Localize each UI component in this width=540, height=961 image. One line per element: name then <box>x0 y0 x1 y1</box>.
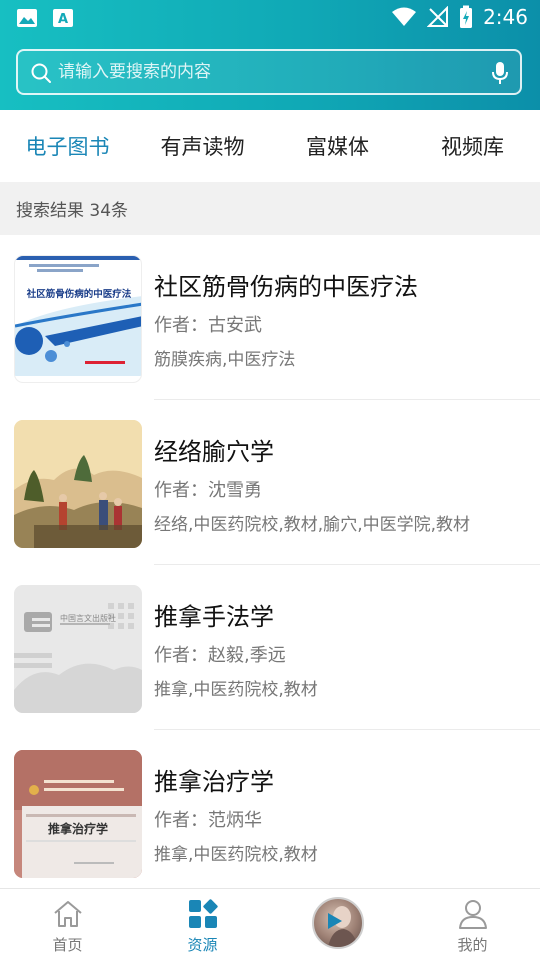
search-icon <box>31 63 51 83</box>
book-title: 推拿治疗学 <box>154 768 274 796</box>
book-tags: 筋膜疾病,中医疗法 <box>154 350 296 370</box>
book-author: 作者：沈雪勇 <box>154 480 262 501</box>
nav-resources-label: 资源 <box>187 936 218 954</box>
header: A 2:46 <box>0 0 540 110</box>
cover-title: 社区筋骨伤病的中医疗法 <box>26 289 132 300</box>
book-item[interactable]: 社区筋骨伤病的中医疗法 社区筋骨伤病的中医疗法 作者：古安武 筋膜疾病,中医疗法 <box>0 235 540 400</box>
book-tags: 推拿,中医药院校,教材 <box>154 845 318 865</box>
font-notification-icon: A <box>53 9 73 27</box>
book-list: 社区筋骨伤病的中医疗法 社区筋骨伤病的中医疗法 作者：古安武 筋膜疾病,中医疗法 <box>0 235 540 895</box>
search-bar[interactable] <box>16 49 522 95</box>
book-title: 经络腧穴学 <box>154 438 274 466</box>
book-author: 作者：古安武 <box>154 315 262 336</box>
category-tabs: 电子图书 有声读物 富媒体 视频库 <box>0 110 540 182</box>
nav-profile-label: 我的 <box>457 936 488 954</box>
book-cover: 推拿治疗学 <box>14 750 142 878</box>
battery-charging-icon <box>460 5 473 28</box>
resources-grid-icon <box>188 899 218 928</box>
gallery-notification-icon <box>17 9 37 27</box>
book-cover: 中国言文出版社 <box>14 585 142 713</box>
book-item[interactable]: 推拿治疗学 推拿治疗学 作者：范炳华 推拿,中医药院校,教材 <box>0 730 540 895</box>
play-avatar-icon <box>327 906 358 947</box>
book-author: 作者：赵毅,季远 <box>154 645 286 666</box>
profile-icon <box>458 900 487 929</box>
cover-publisher: 中国言文出版社 <box>60 614 116 623</box>
wifi-icon <box>392 7 417 26</box>
home-icon <box>53 901 82 927</box>
tab-video-library[interactable]: 视频库 <box>405 110 540 182</box>
status-time: 2:46 <box>483 5 528 29</box>
nav-profile[interactable]: 我的 <box>405 889 540 961</box>
tab-rich-media[interactable]: 富媒体 <box>270 110 405 182</box>
book-title: 推拿手法学 <box>154 603 274 631</box>
tab-audiobooks[interactable]: 有声读物 <box>135 110 270 182</box>
book-title: 社区筋骨伤病的中医疗法 <box>154 273 418 301</box>
book-tags: 经络,中医药院校,教材,腧穴,中医学院,教材 <box>154 515 471 535</box>
nav-player[interactable] <box>270 889 405 961</box>
result-count: 搜索结果 34条 <box>0 182 540 235</box>
nav-resources[interactable]: 资源 <box>135 889 270 961</box>
svg-text:A: A <box>58 12 68 27</box>
book-tags: 推拿,中医药院校,教材 <box>154 680 318 700</box>
bottom-navigation: 首页 资源 我的 <box>0 888 540 961</box>
nav-home[interactable]: 首页 <box>0 889 135 961</box>
book-item[interactable]: 中国言文出版社 推拿手法学 作者：赵毅,季远 推拿,中医药院校,教材 <box>0 565 540 730</box>
book-item[interactable]: 经络腧穴学 作者：沈雪勇 经络,中医药院校,教材,腧穴,中医学院,教材 <box>0 400 540 565</box>
book-cover: 社区筋骨伤病的中医疗法 <box>14 255 142 383</box>
player-avatar <box>311 897 364 949</box>
tab-ebooks[interactable]: 电子图书 <box>0 110 135 182</box>
status-bar: A 2:46 <box>0 0 540 36</box>
cover-title: 推拿治疗学 <box>47 822 108 836</box>
search-input[interactable] <box>58 51 478 93</box>
no-signal-icon <box>427 6 449 27</box>
microphone-icon[interactable] <box>491 61 509 85</box>
book-cover <box>14 420 142 548</box>
nav-home-label: 首页 <box>52 936 83 954</box>
book-author: 作者：范炳华 <box>154 810 262 831</box>
